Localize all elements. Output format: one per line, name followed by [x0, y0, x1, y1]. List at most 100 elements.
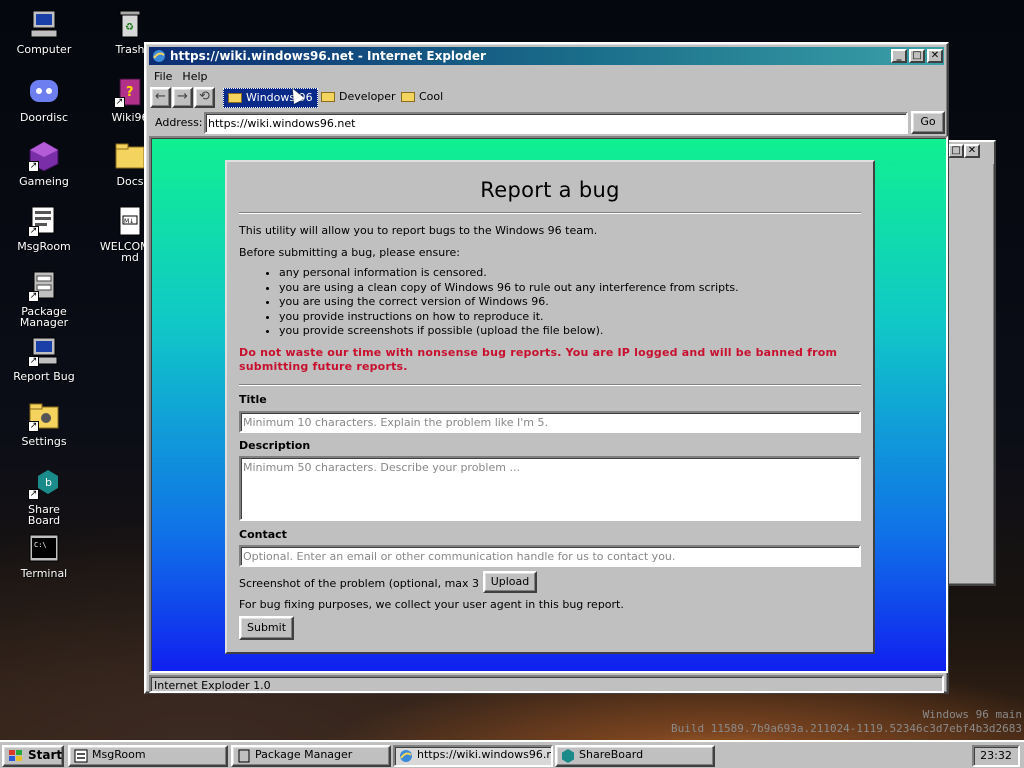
desktop-icon-computer[interactable]: Computer [12, 8, 76, 55]
task-package-manager[interactable]: Package Manager [231, 745, 391, 767]
desktop-icon-gameing[interactable]: ↗ Gameing [12, 140, 76, 187]
computer-icon [28, 8, 60, 40]
desktop-icon-label: Share Board [27, 503, 61, 527]
maximize-button[interactable]: □ [948, 144, 964, 158]
description-textarea[interactable]: Minimum 50 characters. Describe your pro… [239, 456, 861, 521]
intro-text: This utility will allow you to report bu… [239, 224, 598, 237]
svg-text:C:\: C:\ [34, 541, 47, 549]
close-button[interactable]: ✕ [927, 49, 943, 63]
close-button[interactable]: ✕ [964, 144, 980, 158]
desktop-icon-label: Settings [21, 435, 67, 448]
build-line: Build 11589.7b9a693a.211024-1119.52346c3… [671, 722, 1022, 735]
desktop-icon-label: Gameing [19, 175, 69, 188]
desktop-icon-msgroom[interactable]: ↗ MsgRoom [12, 205, 76, 252]
background-window-titlebar[interactable]: □ ✕ [946, 142, 994, 164]
task-label: ShareBoard [579, 748, 644, 761]
contact-input[interactable]: Optional. Enter an email or other commun… [239, 545, 861, 567]
desktop-icon-report-bug[interactable]: ↗ Report Bug [12, 335, 76, 382]
checklist: any personal information is censored. yo… [265, 266, 739, 339]
report-bug-card: Report a bug This utility will allow you… [225, 160, 875, 654]
desktop-icon-label: Report Bug [13, 370, 75, 383]
package-manager-icon [237, 749, 251, 763]
terminal-icon: C:\ [28, 532, 60, 564]
browser-app-icon [152, 49, 166, 63]
package-manager-icon: ↗ [28, 270, 60, 302]
svg-text:M↓: M↓ [124, 218, 134, 225]
address-bar: Address: https://wiki.windows96.net Go [149, 111, 945, 135]
task-label: Package Manager [255, 748, 353, 761]
list-item: you are using a clean copy of Windows 96… [279, 281, 739, 296]
forward-button[interactable]: → [172, 87, 193, 108]
svg-text:?: ? [126, 85, 134, 100]
report-bug-icon: ↗ [28, 335, 60, 367]
menu-help[interactable]: Help [177, 68, 212, 85]
windows-logo-icon [8, 749, 24, 763]
taskbar: Start MsgRoom Package Manager https://wi… [0, 740, 1024, 768]
start-button[interactable]: Start [2, 745, 64, 767]
back-button[interactable]: ← [150, 87, 171, 108]
favorite-label: Developer [339, 90, 396, 103]
folder-icon [114, 140, 146, 172]
task-browser[interactable]: https://wiki.windows96.n... [393, 745, 553, 767]
desktop-icon-share-board[interactable]: b ↗ Share Board [12, 468, 76, 526]
refresh-button[interactable]: ⟲ [194, 87, 215, 108]
list-item: any personal information is censored. [279, 266, 739, 281]
msgroom-icon: ↗ [28, 205, 60, 237]
screenshot-label: Screenshot of the problem (optional, max… [239, 577, 508, 590]
contact-label: Contact [239, 528, 287, 541]
clock: 23:32 [972, 745, 1020, 767]
list-item: you provide screenshots if possible (upl… [279, 324, 739, 339]
task-shareboard[interactable]: ShareBoard [555, 745, 715, 767]
desktop-icon-label: MsgRoom [17, 240, 71, 253]
trash-icon: ♻ [114, 8, 146, 40]
share-board-icon [561, 749, 575, 763]
start-label: Start [28, 748, 63, 762]
doordisc-icon [28, 76, 60, 108]
desktop-icon-package-manager[interactable]: ↗ Package Manager [12, 270, 76, 328]
browser-app-icon [399, 749, 413, 763]
description-label: Description [239, 439, 311, 452]
task-msgroom[interactable]: MsgRoom [68, 745, 228, 767]
page-viewport: Report a bug This utility will allow you… [149, 136, 948, 673]
submit-button[interactable]: Submit [239, 616, 294, 640]
address-input[interactable]: https://wiki.windows96.net [204, 112, 908, 134]
desktop-icon-terminal[interactable]: C:\ Terminal [12, 532, 76, 579]
settings-folder-icon: ↗ [28, 400, 60, 432]
desktop-icon-label: Terminal [20, 567, 68, 580]
folder-icon [228, 93, 242, 103]
markdown-file-icon: M↓ [114, 205, 146, 237]
warning-text: Do not waste our time with nonsense bug … [239, 346, 838, 373]
address-label: Address: [155, 116, 203, 129]
minimize-button[interactable]: _ [891, 49, 907, 63]
wiki-book-icon: ? ↗ [114, 76, 146, 108]
divider [239, 212, 861, 214]
svg-text:b: b [45, 476, 52, 489]
title-input[interactable]: Minimum 10 characters. Explain the probl… [239, 411, 861, 433]
favorite-cool[interactable]: Cool [397, 88, 447, 108]
user-agent-note: For bug fixing purposes, we collect your… [239, 598, 624, 611]
desktop-icon-doordisc[interactable]: Doordisc [12, 76, 76, 123]
upload-button[interactable]: Upload [483, 571, 537, 593]
go-button[interactable]: Go [911, 111, 945, 134]
menu-file[interactable]: File [149, 68, 177, 85]
background-window[interactable]: □ ✕ [944, 140, 996, 586]
svg-text:♻: ♻ [125, 22, 134, 33]
maximize-button[interactable]: □ [909, 49, 925, 63]
msgroom-icon [74, 749, 88, 763]
desktop-icon-label: Doordisc [19, 111, 69, 124]
folder-icon [321, 92, 335, 102]
status-bar: Internet Exploder 1.0 [149, 675, 944, 693]
navigation-toolbar: ← → ⟲ Windows 96 Developer Cool [149, 86, 944, 110]
ensure-text: Before submitting a bug, please ensure: [239, 246, 460, 259]
task-label: https://wiki.windows96.n... [417, 748, 553, 761]
favorite-developer[interactable]: Developer [317, 88, 400, 108]
window-titlebar[interactable]: https://wiki.windows96.net - Internet Ex… [149, 47, 944, 65]
desktop-icon-settings[interactable]: ↗ Settings [12, 400, 76, 447]
list-item: you provide instructions on how to repro… [279, 310, 739, 325]
title-label: Title [239, 393, 267, 406]
build-line: Windows 96 main [922, 708, 1022, 721]
page-title: Report a bug [480, 178, 620, 202]
browser-window[interactable]: https://wiki.windows96.net - Internet Ex… [144, 42, 949, 694]
window-title: https://wiki.windows96.net - Internet Ex… [170, 49, 486, 63]
build-watermark: Windows 96 main Build 11589.7b9a693a.211… [671, 708, 1022, 736]
